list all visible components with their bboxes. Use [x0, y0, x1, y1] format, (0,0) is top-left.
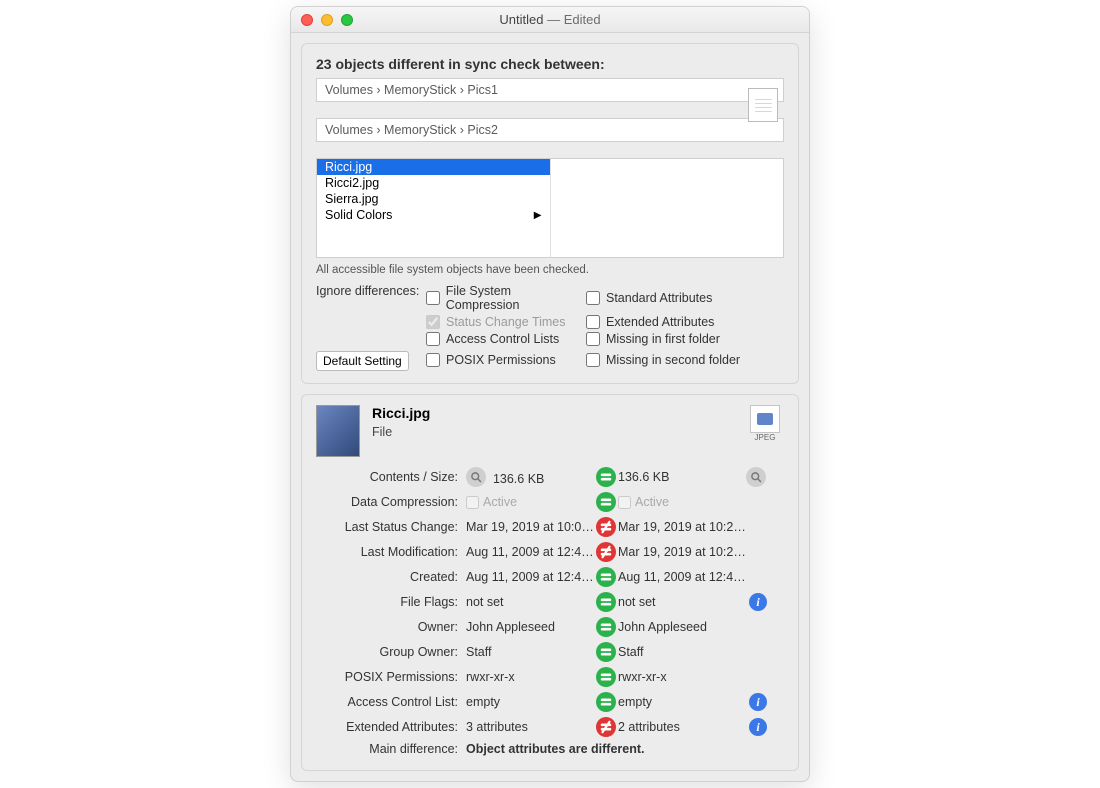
prop-left: rwxr-xr-x: [466, 670, 594, 684]
equal-icon: [596, 567, 616, 587]
prop-label: Owner:: [316, 620, 466, 634]
chk-missing-first[interactable]: Missing in first folder: [586, 332, 766, 346]
prop-right: 2 attributes: [618, 720, 746, 734]
prop-label: Last Status Change:: [316, 520, 466, 534]
not-equal-icon: [596, 717, 616, 737]
chk-fs-compression[interactable]: File System Compression: [426, 284, 586, 312]
prop-left: Mar 19, 2019 at 10:02:3…: [466, 520, 594, 534]
prop-label: Extended Attributes:: [316, 720, 466, 734]
window-subtitle: — Edited: [543, 12, 600, 27]
prop-left: Aug 11, 2009 at 12:41:2…: [466, 570, 594, 584]
prop-right: John Appleseed: [618, 620, 746, 634]
prop-right: Aug 11, 2009 at 12:41:2…: [618, 570, 746, 584]
document-icon: [748, 88, 778, 122]
sync-header-section: 23 objects different in sync check betwe…: [301, 43, 799, 384]
prop-left: Aug 11, 2009 at 12:41:2…: [466, 545, 594, 559]
check-note: All accessible file system objects have …: [316, 264, 784, 276]
jpeg-badge: JPEG: [750, 405, 780, 442]
prop-left: 136.6 KB: [466, 467, 594, 487]
prop-right: rwxr-xr-x: [618, 670, 746, 684]
prop-label: Data Compression:: [316, 495, 466, 509]
chk-ext-attr[interactable]: Extended Attributes: [586, 315, 766, 329]
prop-label: Access Control List:: [316, 695, 466, 709]
prop-left: Staff: [466, 645, 594, 659]
detail-kind: File: [372, 425, 430, 439]
info-icon[interactable]: i: [749, 693, 767, 711]
chk-std-attr[interactable]: Standard Attributes: [586, 291, 766, 305]
column-browser[interactable]: Ricci.jpgRicci2.jpgSierra.jpgSolid Color…: [316, 158, 784, 258]
prop-left: empty: [466, 695, 594, 709]
path-a[interactable]: Volumes › MemoryStick › Pics1: [316, 78, 784, 102]
equal-icon: [596, 467, 616, 487]
list-item[interactable]: Ricci2.jpg: [317, 175, 550, 191]
default-setting-button[interactable]: Default Setting: [316, 351, 409, 371]
titlebar: Untitled — Edited: [291, 7, 809, 33]
prop-left: John Appleseed: [466, 620, 594, 634]
prop-right: not set: [618, 595, 746, 609]
list-item[interactable]: Solid Colors▶: [317, 207, 550, 223]
sync-headline: 23 objects different in sync check betwe…: [316, 56, 784, 72]
prop-left: not set: [466, 595, 594, 609]
not-equal-icon: [596, 542, 616, 562]
prop-label: Main difference:: [316, 742, 466, 756]
equal-icon: [596, 592, 616, 612]
detail-filename: Ricci.jpg: [372, 405, 430, 421]
equal-icon: [596, 642, 616, 662]
chk-acl[interactable]: Access Control Lists: [426, 332, 586, 346]
chk-posix[interactable]: POSIX Permissions: [426, 353, 586, 367]
prop-right: 136.6 KB: [618, 470, 746, 484]
prop-label: Created:: [316, 570, 466, 584]
chk-missing-second[interactable]: Missing in second folder: [586, 353, 766, 367]
prop-right: Mar 19, 2019 at 10:20:1…: [618, 545, 746, 559]
equal-icon: [596, 617, 616, 637]
list-item[interactable]: Ricci.jpg: [317, 159, 550, 175]
prop-right: Mar 19, 2019 at 10:20:1…: [618, 520, 746, 534]
list-item[interactable]: Sierra.jpg: [317, 191, 550, 207]
chk-status-change: Status Change Times: [426, 315, 586, 329]
equal-icon: [596, 692, 616, 712]
magnify-icon[interactable]: [466, 467, 486, 487]
prop-label: File Flags:: [316, 595, 466, 609]
window-title: Untitled: [499, 12, 543, 27]
detail-section: Ricci.jpg File JPEG Contents / Size: 136…: [301, 394, 799, 771]
prop-left: Active: [466, 495, 594, 509]
chevron-right-icon: ▶: [534, 210, 542, 221]
prop-right: Active: [618, 495, 746, 509]
prop-label: Group Owner:: [316, 645, 466, 659]
prop-left: 3 attributes: [466, 720, 594, 734]
info-icon[interactable]: i: [749, 718, 767, 736]
prop-right: Staff: [618, 645, 746, 659]
ignore-label: Ignore differences:: [316, 284, 426, 298]
equal-icon: [596, 667, 616, 687]
info-icon[interactable]: i: [749, 593, 767, 611]
prop-label: Last Modification:: [316, 545, 466, 559]
path-b[interactable]: Volumes › MemoryStick › Pics2: [316, 118, 784, 142]
prop-right: empty: [618, 695, 746, 709]
not-equal-icon: [596, 517, 616, 537]
equal-icon: [596, 492, 616, 512]
main-difference: Object attributes are different.: [466, 742, 770, 756]
prop-label: Contents / Size:: [316, 470, 466, 484]
magnify-icon[interactable]: [746, 467, 766, 487]
file-thumbnail: [316, 405, 360, 457]
prop-label: POSIX Permissions:: [316, 670, 466, 684]
